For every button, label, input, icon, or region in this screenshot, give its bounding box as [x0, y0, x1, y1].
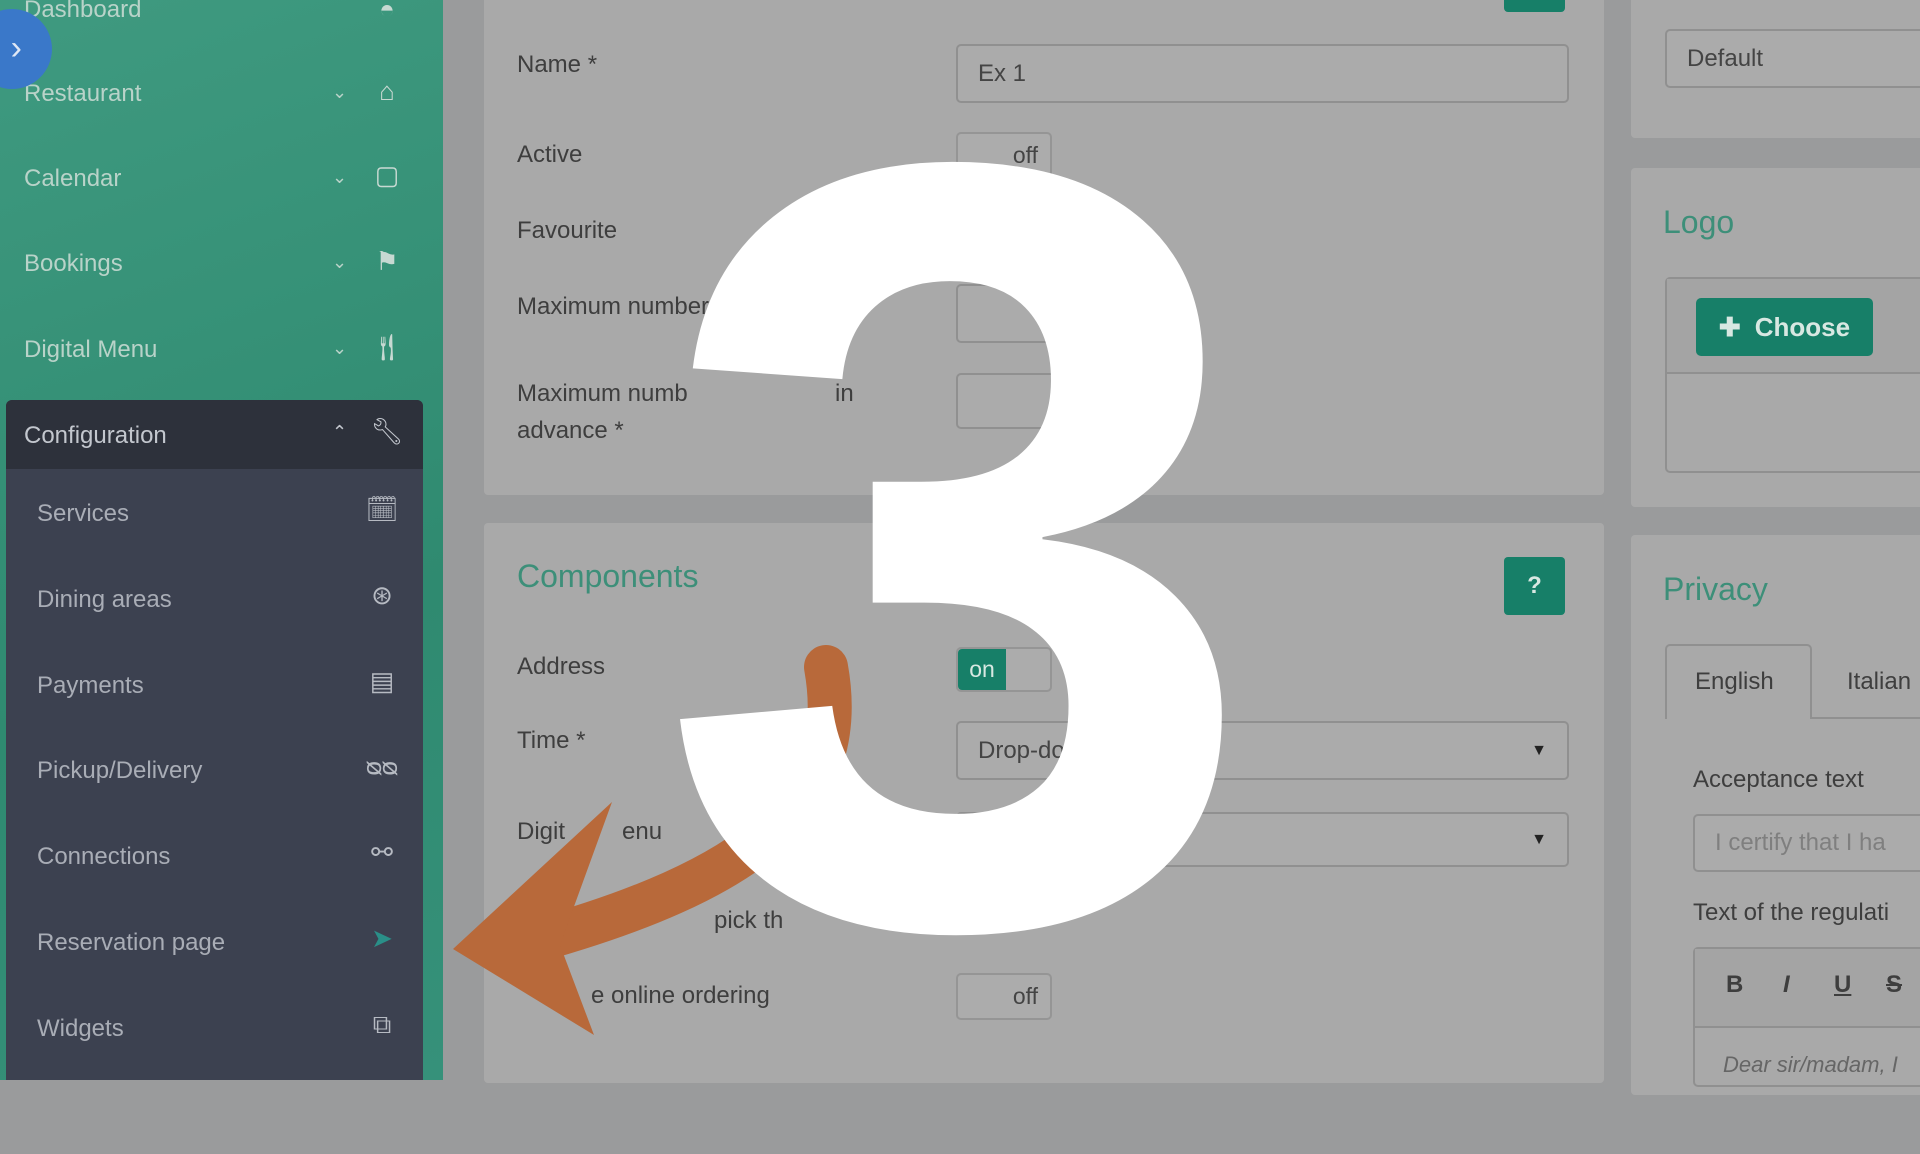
- step-number: 3: [655, 0, 1262, 1154]
